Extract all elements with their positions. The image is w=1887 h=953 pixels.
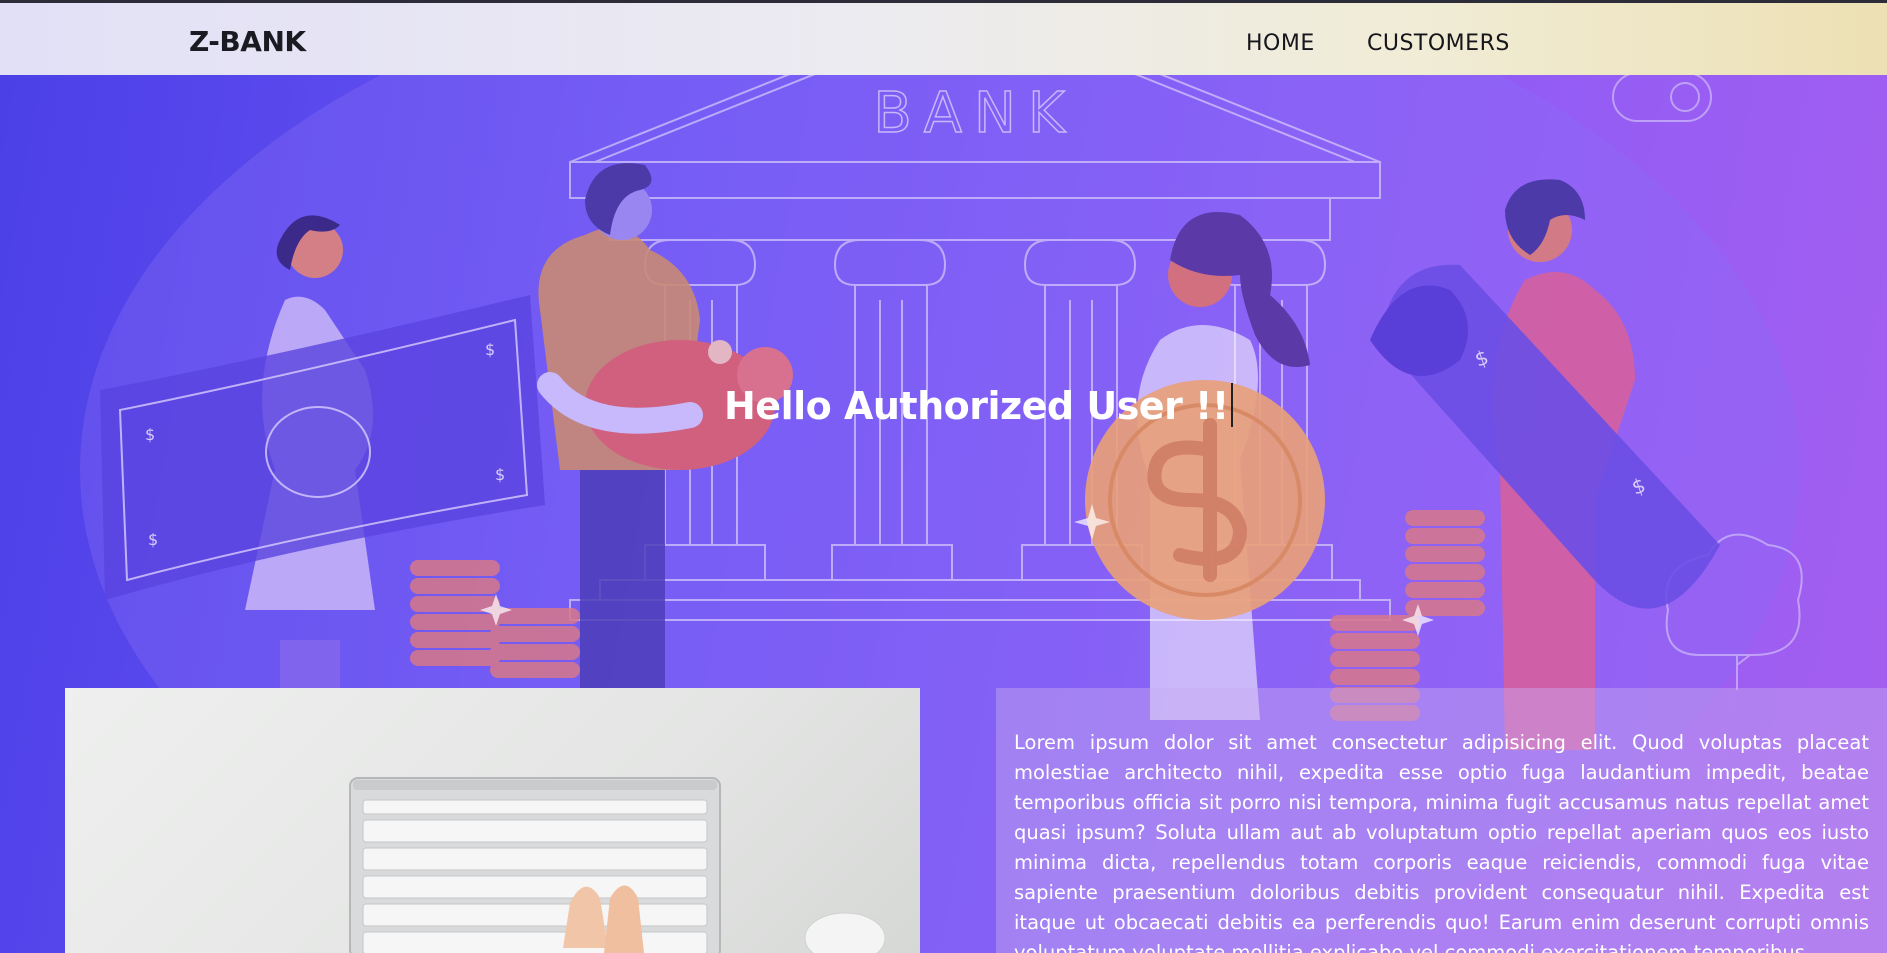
nav-link-customers[interactable]: CUSTOMERS <box>1367 31 1510 56</box>
brand-logo[interactable]: Z-BANK <box>189 25 306 58</box>
typing-cursor <box>1230 383 1233 427</box>
svg-text:$: $ <box>145 425 155 444</box>
keyboard-photo <box>65 688 920 953</box>
hero-heading-text: Hello Authorized User !! <box>724 384 1229 428</box>
navbar: Z-BANK HOME CUSTOMERS <box>0 3 1887 75</box>
bank-sign: BANK <box>873 81 1076 146</box>
svg-text:$: $ <box>485 340 495 359</box>
keyboard-image <box>349 777 886 953</box>
svg-text:$: $ <box>148 530 158 549</box>
svg-text:$: $ <box>495 465 505 484</box>
nav-link-home[interactable]: HOME <box>1246 31 1315 56</box>
mouse <box>804 912 886 953</box>
hero-heading: Hello Authorized User !! <box>724 383 1233 428</box>
decorative-pill-icon <box>1612 75 1712 122</box>
body-paragraph: Lorem ipsum dolor sit amet consectetur a… <box>1014 731 1869 953</box>
window-top-border <box>0 0 1887 3</box>
content-text-panel: Lorem ipsum dolor sit amet consectetur a… <box>996 688 1887 953</box>
